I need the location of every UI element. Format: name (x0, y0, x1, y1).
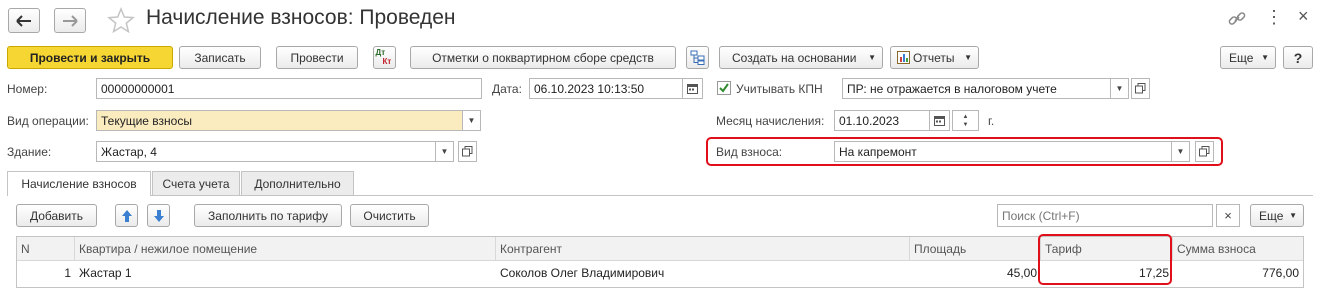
month-label: Месяц начисления: (716, 114, 825, 128)
more-button[interactable]: Еще ▼ (1220, 46, 1276, 69)
arrow-left-icon (16, 14, 31, 27)
forward-button[interactable] (54, 8, 86, 33)
more-label: Еще (1229, 50, 1254, 65)
chevron-down-icon: ▼ (1289, 211, 1297, 220)
building-label: Здание: (7, 145, 52, 159)
col-header-amount[interactable]: Сумма взноса (1173, 237, 1303, 261)
fill-by-tariff-button[interactable]: Заполнить по тарифу (194, 204, 342, 227)
date-field[interactable]: 06.10.2023 10:13:50 (529, 78, 683, 99)
move-up-button[interactable] (115, 204, 138, 227)
cell-area: 45,00 (1006, 266, 1037, 280)
checkmark-icon (719, 83, 729, 93)
clear-search-button[interactable]: × (1216, 204, 1240, 227)
calendar-icon (687, 84, 698, 94)
arrow-up-icon (121, 209, 132, 222)
dt-kt-icon: Дт Кт (375, 47, 392, 66)
link-icon[interactable] (1227, 9, 1247, 29)
open-icon (1199, 146, 1210, 157)
back-button[interactable] (8, 8, 40, 33)
reports-button[interactable]: Отчеты ▼ (890, 46, 979, 69)
month-spinner[interactable]: ▲ ▼ (952, 110, 979, 131)
spin-down-icon[interactable]: ▼ (963, 121, 969, 129)
tabs-baseline (7, 195, 1313, 196)
fee-type-field[interactable]: На капремонт (834, 141, 1172, 162)
clear-button[interactable]: Очистить (350, 204, 429, 227)
tab-accounts[interactable]: Счета учета (152, 171, 240, 195)
move-down-button[interactable] (147, 204, 170, 227)
kpn-checkbox[interactable] (717, 81, 731, 95)
month-calendar-button[interactable] (929, 110, 950, 131)
close-icon[interactable]: × (1298, 6, 1309, 27)
quarterly-marks-button[interactable]: Отметки о поквартирном сборе средств (410, 46, 676, 69)
table-more-label: Еще (1259, 208, 1284, 223)
search-input[interactable] (997, 204, 1213, 227)
cell-amount: 776,00 (1262, 266, 1299, 280)
operation-label: Вид операции: (7, 114, 89, 128)
kpn-label: Учитывать КПН (736, 82, 823, 96)
kpn-open-button[interactable] (1131, 78, 1150, 99)
save-button[interactable]: Записать (179, 46, 261, 69)
cell-counterparty: Соколов Олег Владимирович (500, 266, 665, 280)
operation-dropdown-button[interactable]: ▼ (462, 110, 481, 131)
tariff-column-highlight (1038, 234, 1172, 285)
col-header-area[interactable]: Площадь (910, 237, 1041, 261)
cell-n: 1 (64, 266, 71, 280)
col-header-apartment[interactable]: Квартира / нежилое помещение (75, 237, 496, 261)
month-field[interactable]: 01.10.2023 (834, 110, 930, 131)
number-label: Номер: (7, 82, 48, 96)
calendar-icon (934, 116, 945, 126)
building-open-button[interactable] (458, 141, 477, 162)
kpn-dropdown-button[interactable]: ▼ (1110, 78, 1129, 99)
tab-additional[interactable]: Дополнительно (241, 171, 354, 195)
kpn-field[interactable]: ПР: не отражается в налоговом учете (842, 78, 1111, 99)
favorite-star-icon[interactable] (107, 7, 135, 33)
date-label: Дата: (492, 82, 522, 96)
number-field[interactable]: 00000000001 (96, 78, 482, 99)
post-button[interactable]: Провести (276, 46, 358, 69)
cell-apartment: Жастар 1 (79, 266, 132, 280)
create-based-on-label: Создать на основании (732, 50, 857, 65)
structure-icon (690, 50, 705, 65)
add-row-button[interactable]: Добавить (16, 204, 97, 227)
dt-kt-button[interactable]: Дт Кт (373, 46, 396, 69)
help-button[interactable]: ? (1283, 46, 1313, 69)
col-header-counterparty[interactable]: Контрагент (496, 237, 910, 261)
fee-type-label: Вид взноса: (716, 145, 783, 159)
calendar-button[interactable] (682, 78, 703, 99)
arrow-right-icon (63, 14, 78, 27)
table-more-button[interactable]: Еще ▼ (1250, 204, 1304, 227)
fee-type-open-button[interactable] (1195, 141, 1214, 162)
more-menu-icon[interactable]: ⋮ (1265, 7, 1283, 28)
chevron-down-icon: ▼ (1261, 53, 1269, 62)
building-field[interactable]: Жастар, 4 (96, 141, 436, 162)
chevron-down-icon: ▼ (868, 53, 876, 62)
spin-up-icon[interactable]: ▲ (963, 113, 969, 121)
open-icon (1135, 83, 1146, 94)
fee-type-dropdown-button[interactable]: ▼ (1171, 141, 1190, 162)
structure-button[interactable] (686, 46, 709, 69)
chevron-down-icon: ▼ (964, 53, 972, 62)
operation-field[interactable]: Текущие взносы (96, 110, 463, 131)
col-header-n[interactable]: N (17, 237, 75, 261)
building-dropdown-button[interactable]: ▼ (435, 141, 454, 162)
month-suffix: г. (988, 114, 995, 128)
open-icon (462, 146, 473, 157)
reports-icon (897, 51, 910, 64)
reports-label: Отчеты (913, 50, 955, 65)
page-title: Начисление взносов: Проведен (146, 6, 456, 29)
post-and-close-button[interactable]: Провести и закрыть (7, 46, 173, 69)
arrow-down-icon (153, 209, 164, 222)
create-based-on-button[interactable]: Создать на основании ▼ (719, 46, 883, 69)
tab-accruals[interactable]: Начисление взносов (7, 171, 151, 196)
